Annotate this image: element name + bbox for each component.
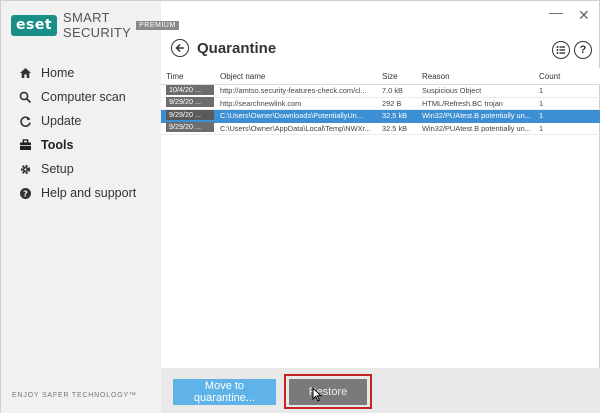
home-icon: [18, 66, 32, 80]
count-cell: 1: [539, 86, 544, 96]
sidebar-item-computer-scan[interactable]: Computer scan: [1, 85, 161, 109]
help-circle-icon: ?: [579, 44, 587, 56]
reason-cell: Win32/PUAtest.B potentially un...: [422, 123, 531, 133]
size-cell: 32.5 kB: [382, 111, 408, 121]
sidebar-item-update[interactable]: Update: [1, 109, 161, 133]
sidebar-item-label: Setup: [41, 162, 74, 176]
minimize-button[interactable]: —: [549, 4, 563, 20]
column-header-size[interactable]: Size: [379, 72, 419, 81]
column-header-object-name[interactable]: Object name: [217, 72, 379, 81]
help-button[interactable]: ?: [574, 41, 592, 59]
table-row-selected[interactable]: 9/29/20 ... C:\Users\Owner\Downloads\Pot…: [161, 109, 600, 123]
sidebar-item-help-and-support[interactable]: ? Help and support: [1, 181, 161, 205]
sidebar-item-label: Help and support: [41, 186, 137, 200]
size-cell: 7.0 kB: [382, 86, 403, 96]
column-header-time[interactable]: Time: [161, 72, 217, 81]
list-icon: [556, 46, 565, 54]
sidebar-item-label: Tools: [41, 138, 74, 152]
size-cell: 292 B: [382, 98, 402, 108]
app-window: eset SMART SECURITY PREMIUM Home Compute…: [0, 0, 600, 413]
time-cell: 9/29/20 ...: [161, 109, 217, 122]
count-cell: 1: [539, 98, 544, 108]
time-value: 9/29/20 ...: [166, 122, 214, 133]
list-view-button[interactable]: [552, 41, 570, 59]
sidebar-item-tools[interactable]: Tools: [1, 133, 161, 157]
product-name: SMART SECURITY: [63, 10, 132, 40]
count-cell: 1: [539, 111, 544, 121]
time-value: 9/29/20 ...: [166, 109, 214, 120]
sidebar-item-label: Update: [41, 114, 82, 128]
search-icon: [18, 90, 32, 104]
column-header-reason[interactable]: Reason: [419, 72, 536, 81]
close-button[interactable]: ✕: [578, 7, 590, 24]
quarantine-table: Time Object name Size Reason Count 10/4/…: [161, 68, 600, 135]
product-logo: eset SMART SECURITY PREMIUM: [11, 10, 179, 40]
page-header: Quarantine: [171, 39, 276, 57]
object-name-cell: C:\Users\Owner\AppData\Local\Temp\NWXr..…: [220, 123, 371, 133]
sidebar-item-home[interactable]: Home: [1, 61, 161, 85]
brand-tagline: ENJOY SAFER TECHNOLOGY™: [12, 392, 137, 399]
refresh-icon: [18, 114, 32, 128]
object-name-cell: http://searchnewlink.com: [220, 98, 302, 108]
time-value: 10/4/20 ...: [166, 84, 214, 95]
table-row[interactable]: 9/29/20 ... C:\Users\Owner\AppData\Local…: [161, 122, 600, 135]
help-icon: ?: [18, 186, 32, 200]
reason-cell: Win32/PUAtest.B potentially un...: [422, 111, 531, 121]
table-row[interactable]: 10/4/20 ... http://amtso.security-featur…: [161, 84, 600, 98]
reason-cell: HTML/Refresh.BC trojan: [422, 98, 503, 108]
time-cell: 10/4/20 ...: [161, 84, 217, 97]
count-cell: 1: [539, 123, 544, 133]
table-row[interactable]: 9/29/20 ... http://searchnewlink.com 292…: [161, 97, 600, 110]
back-arrow-icon: [175, 43, 184, 53]
edition-badge: PREMIUM: [136, 20, 179, 30]
gear-icon: [18, 162, 32, 176]
column-header-count[interactable]: Count: [536, 72, 591, 81]
sidebar-nav: Home Computer scan Update Tools Setup ? …: [1, 61, 161, 205]
object-name-cell: http://amtso.security-features-check.com…: [220, 86, 367, 96]
svg-text:?: ?: [23, 189, 28, 198]
restore-button[interactable]: Restore: [289, 379, 367, 405]
time-cell: 9/29/20 ...: [161, 97, 217, 109]
reason-cell: Suspicious Object: [422, 86, 482, 96]
back-button[interactable]: [171, 39, 189, 57]
page-title: Quarantine: [197, 39, 277, 57]
table-header: Time Object name Size Reason Count: [161, 68, 600, 85]
sidebar-item-label: Computer scan: [41, 90, 126, 104]
mouse-cursor-icon: [312, 387, 322, 402]
time-cell: 9/29/20 ...: [161, 122, 217, 134]
brand-badge: eset: [11, 14, 58, 36]
time-value: 9/29/20 ...: [166, 97, 214, 108]
move-to-quarantine-button[interactable]: Move to quarantine...: [173, 379, 276, 405]
briefcase-icon: [18, 138, 32, 152]
object-name-cell: C:\Users\Owner\Downloads\PotentiallyUn..…: [220, 111, 363, 121]
sidebar-item-label: Home: [41, 66, 75, 80]
sidebar: eset SMART SECURITY PREMIUM Home Compute…: [1, 1, 179, 413]
sidebar-item-setup[interactable]: Setup: [1, 157, 161, 181]
size-cell: 32.5 kB: [382, 123, 408, 133]
